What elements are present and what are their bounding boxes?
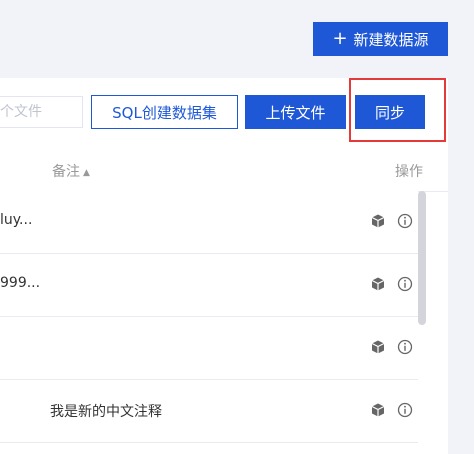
sql-create-dataset-button[interactable]: SQL创建数据集: [91, 95, 238, 129]
row-name: 999...: [0, 275, 41, 291]
table-row: 我是新的中文注释: [0, 380, 418, 443]
search-input[interactable]: 个文件: [0, 96, 83, 128]
cube-icon[interactable]: [370, 276, 386, 292]
info-icon[interactable]: [397, 276, 413, 292]
search-placeholder: 个文件: [0, 104, 42, 120]
info-icon[interactable]: [397, 402, 413, 418]
sync-button[interactable]: 同步: [355, 95, 425, 129]
row-remark: 我是新的中文注释: [50, 404, 162, 420]
table-row: luy...: [0, 191, 418, 254]
cube-icon[interactable]: [370, 402, 386, 418]
table-header: 备注 ▲︎ 操作: [0, 148, 448, 192]
new-datasource-button[interactable]: + 新建数据源: [313, 22, 448, 56]
cube-icon[interactable]: [370, 339, 386, 355]
info-icon[interactable]: [397, 213, 413, 229]
column-actions: 操作: [395, 164, 423, 180]
column-remark-label: 备注: [52, 164, 80, 180]
upload-file-button[interactable]: 上传文件: [245, 95, 346, 129]
sort-icon[interactable]: ▲︎: [83, 168, 90, 178]
table-row: 999...: [0, 254, 418, 317]
plus-icon: +: [332, 28, 348, 49]
new-datasource-label: 新建数据源: [353, 30, 429, 49]
table-row: [0, 317, 418, 380]
cube-icon[interactable]: [370, 213, 386, 229]
vertical-scrollbar[interactable]: [418, 191, 426, 325]
column-remark[interactable]: 备注 ▲︎: [52, 161, 90, 181]
row-name: luy...: [0, 212, 33, 228]
info-icon[interactable]: [397, 339, 413, 355]
